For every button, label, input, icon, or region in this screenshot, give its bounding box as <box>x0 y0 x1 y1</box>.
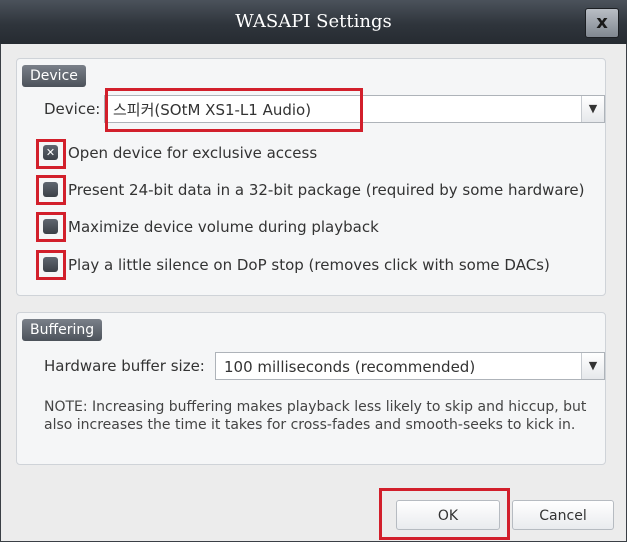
exclusive-access-label: Open device for exclusive access <box>68 144 318 162</box>
checkbox-box <box>43 219 58 234</box>
close-icon: x <box>596 12 608 33</box>
cancel-button[interactable]: Cancel <box>512 500 614 530</box>
chevron-down-icon[interactable]: ▼ <box>581 96 604 122</box>
close-button[interactable]: x <box>585 8 619 38</box>
checkbox-box <box>43 182 58 197</box>
checkbox-box <box>43 257 58 272</box>
buffering-group-header: Buffering <box>22 319 103 341</box>
present-24bit-checkbox[interactable] <box>40 179 61 200</box>
buffering-group: Buffering <box>16 312 606 465</box>
device-select[interactable]: 스피커(SOtM XS1-L1 Audio) ▼ <box>104 95 605 123</box>
exclusive-access-checkbox[interactable]: ✕ <box>40 142 61 163</box>
buffer-size-select[interactable]: 100 milliseconds (recommended) ▼ <box>215 352 605 380</box>
maximize-volume-label: Maximize device volume during playback <box>68 218 379 236</box>
buffering-note: NOTE: Increasing buffering makes playbac… <box>44 399 587 433</box>
present-24bit-label: Present 24-bit data in a 32-bit package … <box>68 181 585 199</box>
buffer-size-value: 100 milliseconds (recommended) <box>224 358 476 376</box>
maximize-volume-checkbox[interactable] <box>40 216 61 237</box>
dop-silence-checkbox[interactable] <box>40 254 61 275</box>
device-label: Device: <box>44 100 101 118</box>
dop-silence-label: Play a little silence on DoP stop (remov… <box>68 256 550 274</box>
title-bar[interactable]: WASAPI Settings x <box>0 0 627 44</box>
window-title: WASAPI Settings <box>235 11 392 32</box>
buffer-size-label: Hardware buffer size: <box>44 357 205 375</box>
chevron-down-icon[interactable]: ▼ <box>581 353 604 379</box>
wasapi-settings-dialog: WASAPI Settings x Device Device: 스피커(SOt… <box>0 0 627 542</box>
x-mark-icon: ✕ <box>43 145 58 160</box>
ok-button[interactable]: OK <box>396 500 500 530</box>
device-group-header: Device <box>22 65 86 87</box>
device-select-value: 스피커(SOtM XS1-L1 Audio) <box>113 101 312 119</box>
